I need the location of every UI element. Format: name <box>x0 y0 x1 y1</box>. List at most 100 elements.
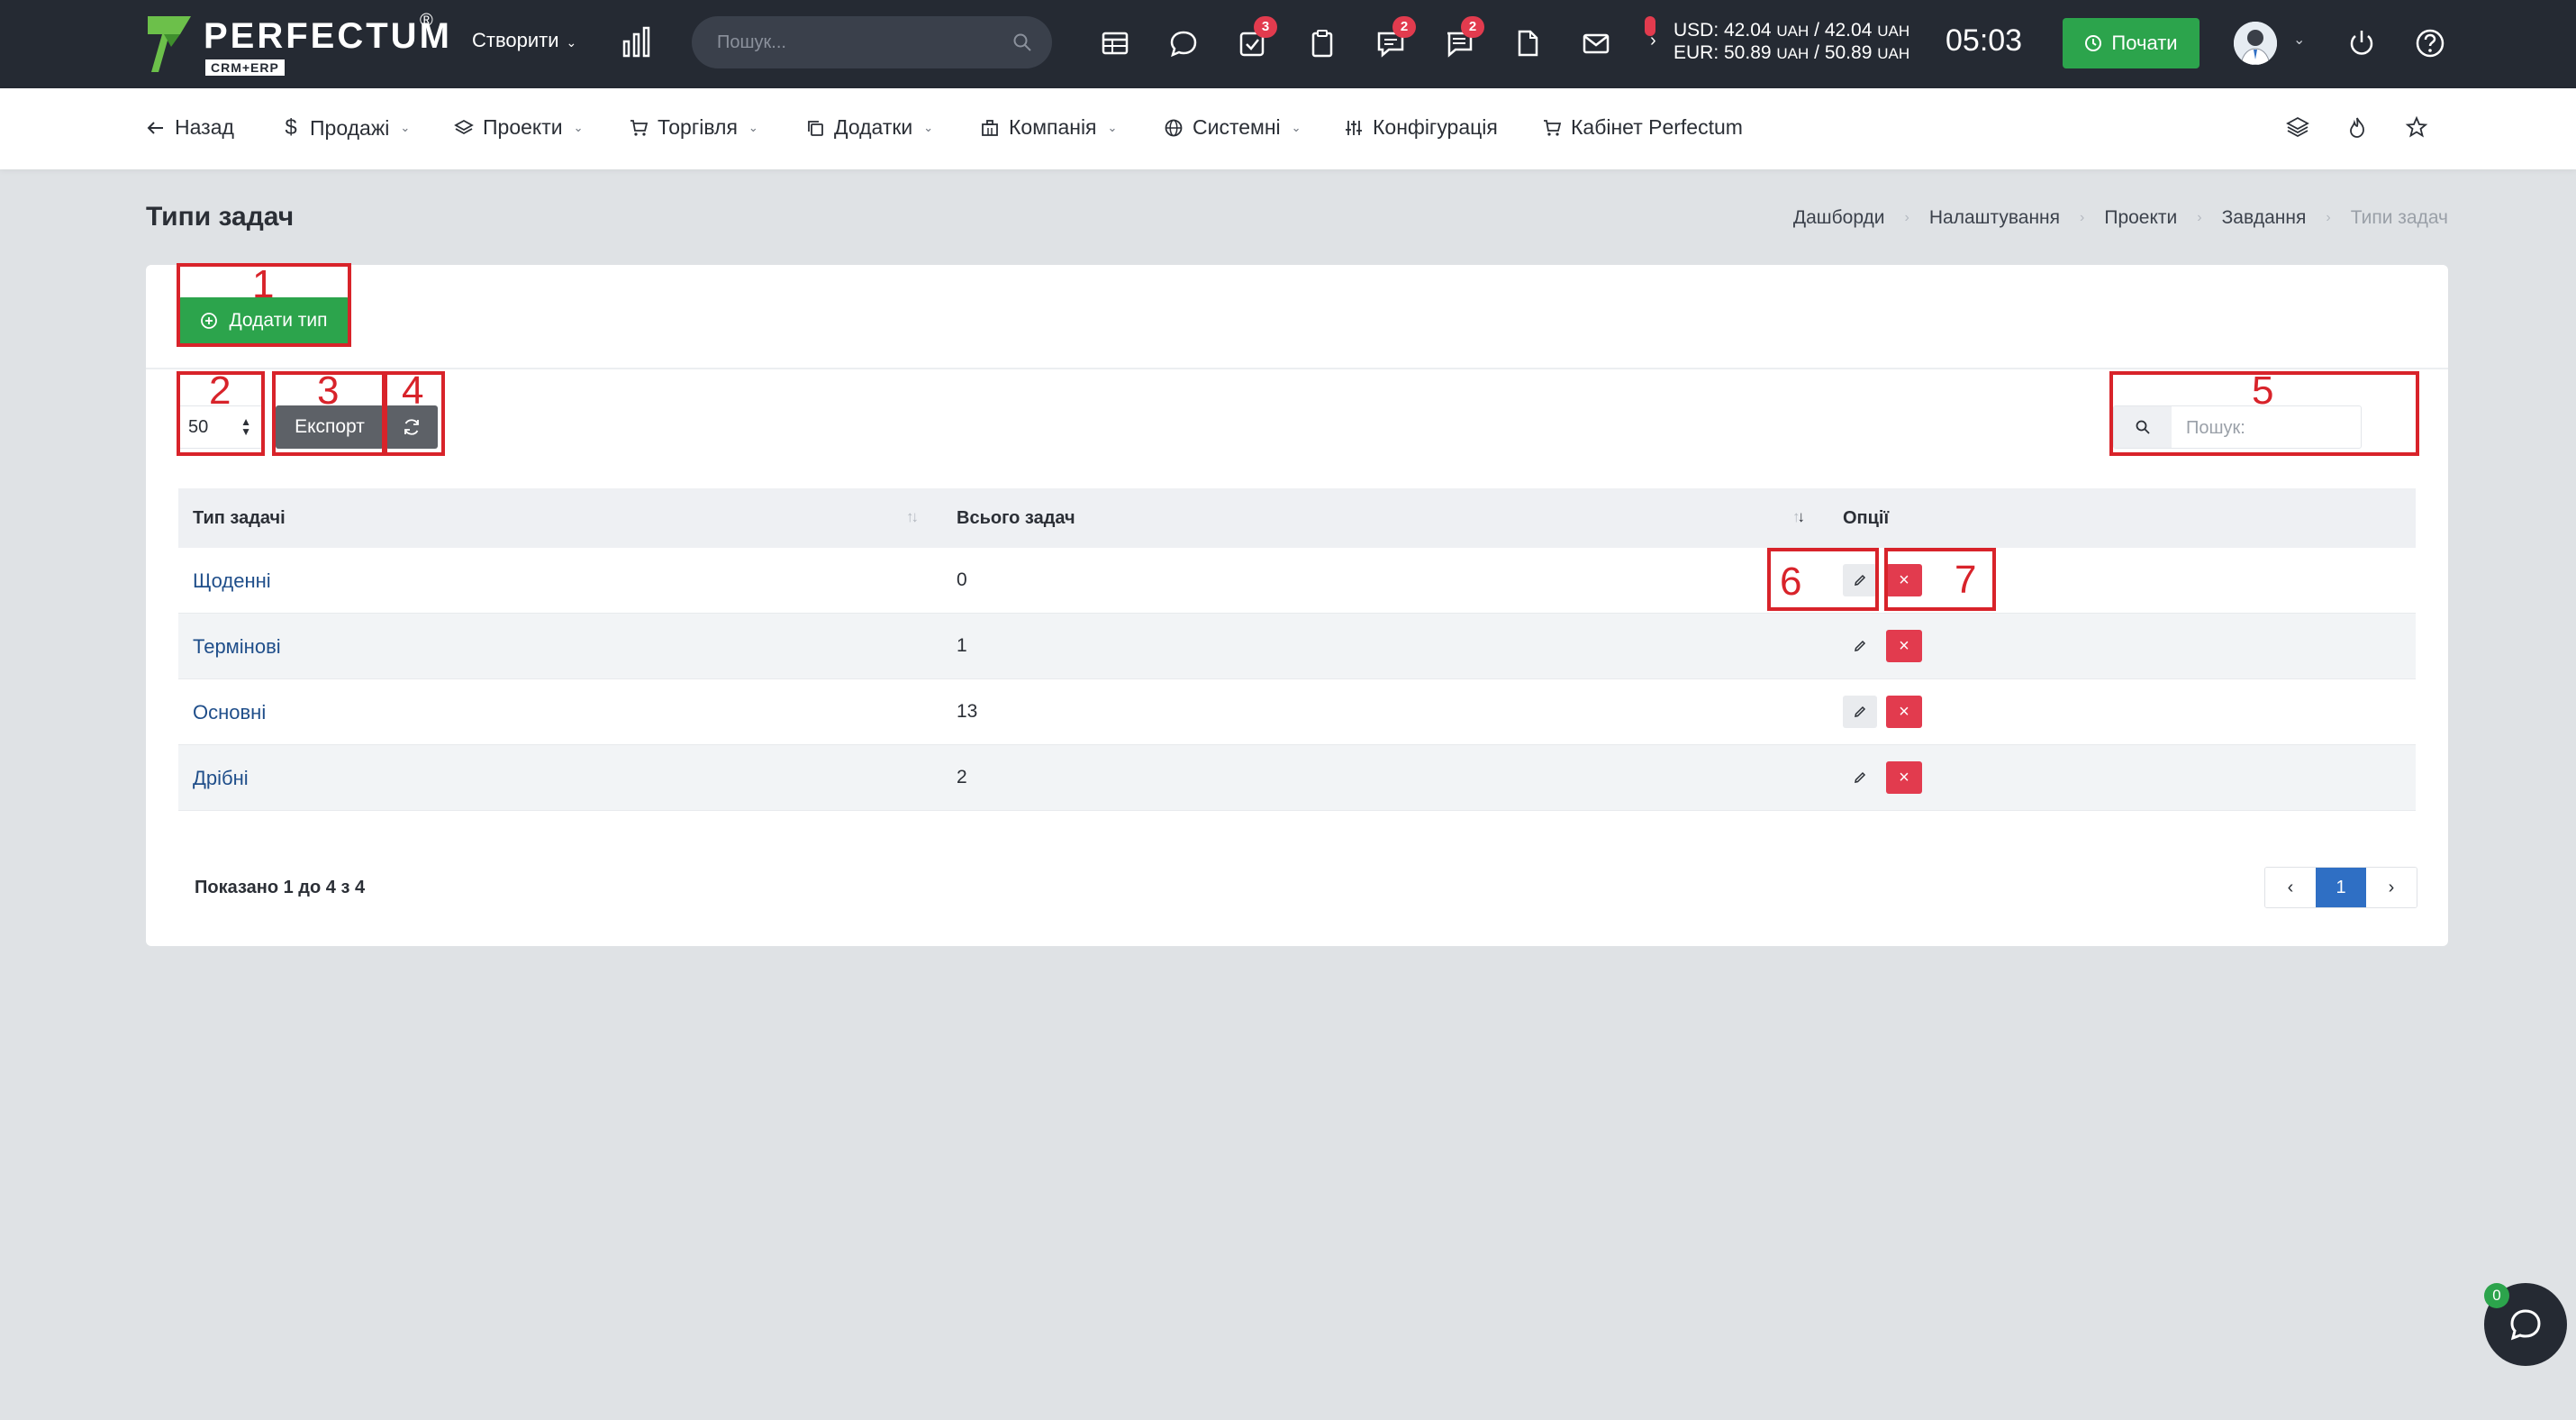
prev-page-button[interactable]: ‹ <box>2265 868 2316 907</box>
chevron-down-icon: ⌄ <box>566 35 577 50</box>
breadcrumb-settings[interactable]: Налаштування <box>1929 207 2060 229</box>
nav-configuration[interactable]: Конфігурація <box>1344 115 1498 140</box>
task-type-link[interactable]: Щоденні <box>193 569 271 593</box>
nav-sales-label: Продажі <box>310 115 390 140</box>
column-header-options: Опції <box>1843 508 1890 528</box>
sliders-icon <box>1346 120 1362 135</box>
cart-icon <box>1544 119 1562 136</box>
user-avatar-icon <box>2234 22 2277 65</box>
page-button[interactable]: 1 <box>2316 868 2366 907</box>
stats-icon[interactable] <box>621 25 652 58</box>
tasks-button[interactable]: 3 <box>1236 16 1277 59</box>
annotation-number: 1 <box>252 262 275 306</box>
chevron-down-icon: ⌄ <box>1107 120 1118 134</box>
sort-desc-icon[interactable]: ↑↓ <box>1792 508 1805 526</box>
chevron-down-icon: ⌄ <box>400 121 411 134</box>
clock: 05:03 <box>1946 23 2023 58</box>
nav-cabinet[interactable]: Кабінет Perfectum <box>1542 115 1743 140</box>
close-icon: × <box>1899 701 1909 722</box>
breadcrumb-task-types: Типи задач <box>2350 207 2448 228</box>
table-row: Термінові 1 × <box>178 614 2416 679</box>
calendar-table-icon[interactable] <box>1099 27 1131 59</box>
chevron-right-icon: › <box>2080 210 2085 225</box>
chevron-right-icon: › <box>2326 210 2331 225</box>
eur-rate-line: EUR: 50.89 UAH / 50.89 UAH <box>1673 42 1910 63</box>
task-type-link[interactable]: Термінові <box>193 635 281 659</box>
copy-icon <box>808 120 823 136</box>
next-page-button[interactable]: › <box>2366 868 2417 907</box>
task-total: 1 <box>957 635 967 656</box>
nav-addons-label: Додатки <box>834 115 913 139</box>
delete-button[interactable]: × <box>1886 630 1922 662</box>
nav-back[interactable]: Назад <box>146 115 234 140</box>
breadcrumb-projects[interactable]: Проекти <box>2104 207 2177 229</box>
chevron-right-icon: › <box>2197 210 2202 225</box>
logo-subtitle: CRM+ERP <box>205 59 285 76</box>
clipboard-icon[interactable] <box>1306 27 1338 59</box>
delete-button[interactable]: × <box>1886 761 1922 794</box>
chat-bubble-icon[interactable] <box>1167 27 1200 59</box>
star-icon[interactable] <box>2405 115 2428 139</box>
create-menu[interactable]: Створити ⌄ <box>472 29 576 52</box>
clock-icon <box>2085 35 2102 51</box>
pencil-icon <box>1855 771 1866 783</box>
help-icon[interactable] <box>2414 27 2446 59</box>
tasks-badge: 3 <box>1254 16 1277 38</box>
delete-button[interactable]: × <box>1886 696 1922 728</box>
table-row: Дрібні 2 × <box>178 745 2416 811</box>
global-search[interactable] <box>692 16 1052 68</box>
messages-badge: 2 <box>1461 16 1484 38</box>
table-row: Щоденні 0 × <box>178 548 2416 614</box>
mail-icon[interactable] <box>1580 27 1612 59</box>
usd-rate-line: USD: 42.04 UAH / 42.04 UAH <box>1673 20 1910 41</box>
building-icon <box>982 119 998 136</box>
table-header: Тип задачі ↑↓ Всього задач ↑↓ Опції <box>178 488 2416 548</box>
nav-configuration-label: Конфігурація <box>1373 115 1498 139</box>
nav-system[interactable]: Системні ⌄ <box>1164 115 1302 140</box>
globe-icon <box>1165 119 1183 136</box>
logo-mark-icon <box>148 16 191 72</box>
document-icon[interactable] <box>1511 27 1544 59</box>
sort-icon[interactable]: ↑↓ <box>906 508 919 526</box>
edit-button[interactable] <box>1843 761 1877 794</box>
chevron-down-icon: ⌄ <box>923 120 934 134</box>
annotation-number: 7 <box>1955 558 1977 602</box>
nav-system-label: Системні <box>1193 115 1281 139</box>
start-timer-label: Почати <box>2111 32 2178 54</box>
annotation-number: 6 <box>1780 560 1802 604</box>
breadcrumb-tasks[interactable]: Завдання <box>2222 207 2307 229</box>
chevron-down-icon[interactable]: ⌄ <box>2293 31 2305 49</box>
pencil-icon <box>1855 705 1866 717</box>
nav-projects[interactable]: Проекти ⌄ <box>454 115 584 140</box>
dollar-icon: $ <box>285 115 297 140</box>
edit-button[interactable] <box>1843 630 1877 662</box>
nav-sales[interactable]: $ Продажі ⌄ <box>281 115 410 141</box>
task-types-table: Тип задачі ↑↓ Всього задач ↑↓ Опції Щоде… <box>178 488 2416 811</box>
power-icon[interactable] <box>2345 27 2378 59</box>
fire-icon[interactable] <box>2345 115 2369 139</box>
chat-badge: 2 <box>1392 16 1416 38</box>
rates-chevron-icon[interactable]: › <box>1650 31 1656 51</box>
search-icon <box>1013 33 1031 51</box>
page-title: Типи задач <box>146 202 295 232</box>
nav-addons[interactable]: Додатки ⌄ <box>805 115 933 140</box>
perfectum-logo[interactable]: PERFECTUM ® CRM+ERP <box>144 11 449 77</box>
layers-icon[interactable] <box>2286 115 2309 139</box>
messages-button[interactable]: 2 <box>1443 16 1484 59</box>
edit-button[interactable] <box>1843 696 1877 728</box>
task-type-link[interactable]: Основні <box>193 701 266 724</box>
top-bar: PERFECTUM ® CRM+ERP Створити ⌄ 3 <box>0 0 2576 88</box>
nav-trade[interactable]: Торгівля ⌄ <box>629 115 758 140</box>
column-header-total[interactable]: Всього задач <box>957 508 1075 529</box>
chat-widget-badge: 0 <box>2484 1283 2509 1308</box>
start-timer-button[interactable]: Почати <box>2063 18 2200 68</box>
arrow-left-icon <box>147 121 163 134</box>
nav-projects-label: Проекти <box>483 115 563 139</box>
chat-button[interactable]: 2 <box>1374 16 1416 59</box>
breadcrumb-dashboards[interactable]: Дашборди <box>1793 207 1885 229</box>
task-type-link[interactable]: Дрібні <box>193 767 249 790</box>
avatar[interactable] <box>2234 22 2277 65</box>
column-header-type[interactable]: Тип задачі <box>193 508 286 529</box>
global-search-input[interactable] <box>717 29 987 56</box>
nav-company[interactable]: Компанія ⌄ <box>980 115 1117 140</box>
